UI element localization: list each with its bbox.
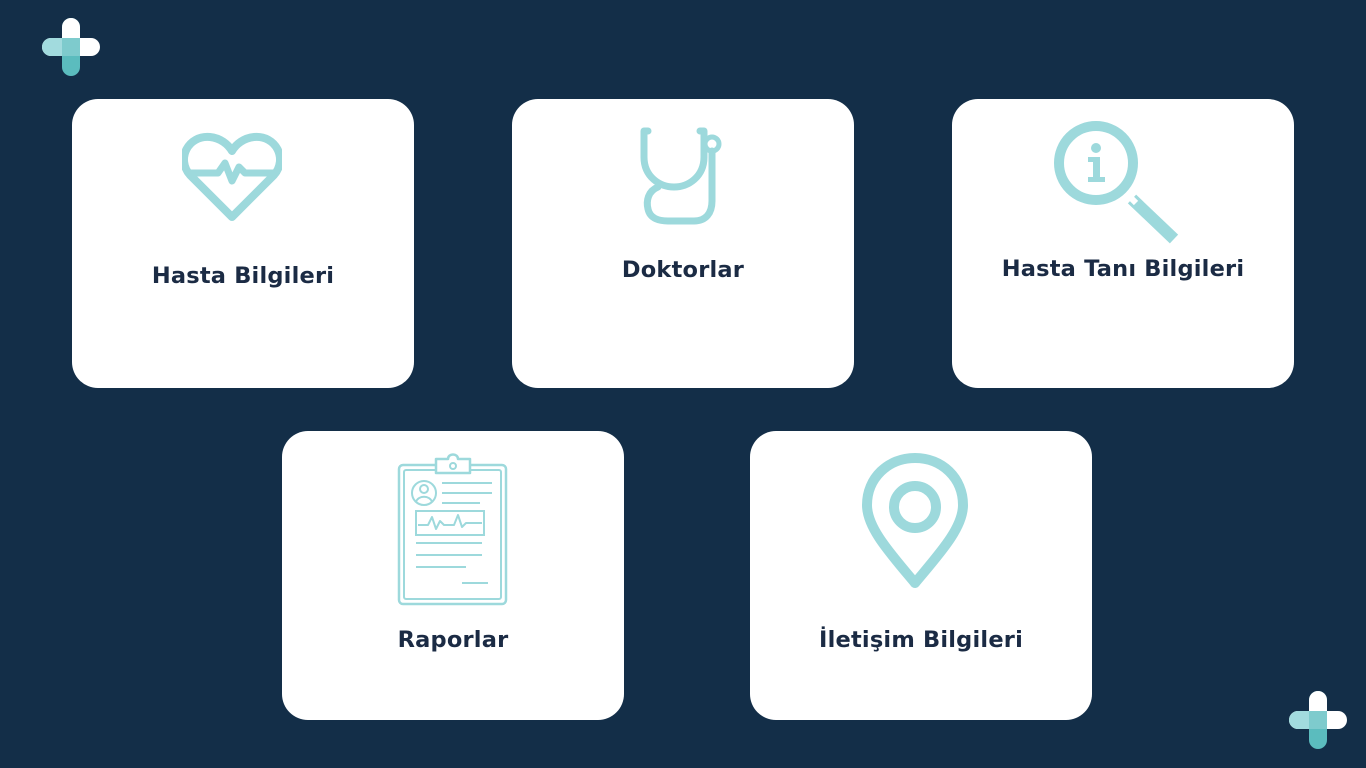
card-hasta-bilgileri[interactable]: Hasta Bilgileri [72, 99, 414, 388]
card-label: İletişim Bilgileri [819, 627, 1023, 653]
medical-cross-icon [42, 18, 102, 82]
card-label: Hasta Bilgileri [151, 263, 335, 289]
card-raporlar[interactable]: Raporlar [282, 431, 624, 720]
medical-cross-icon [1289, 691, 1349, 755]
clipboard-report-icon [396, 453, 510, 611]
card-label: Doktorlar [621, 257, 745, 283]
location-pin-icon [860, 453, 970, 595]
card-label: Hasta Tanı Bilgileri [1001, 256, 1245, 282]
stethoscope-icon [638, 127, 728, 229]
card-iletisim-bilgileri[interactable]: İletişim Bilgileri [750, 431, 1092, 720]
dashboard-page: Hasta Bilgileri Doktorlar Hasta Tanı Bil… [0, 0, 1366, 768]
info-search-icon [1052, 119, 1182, 251]
card-hasta-tani-bilgileri[interactable]: Hasta Tanı Bilgileri [952, 99, 1294, 388]
card-doktorlar[interactable]: Doktorlar [512, 99, 854, 388]
heart-pulse-icon [180, 129, 284, 228]
card-label: Raporlar [397, 627, 509, 653]
